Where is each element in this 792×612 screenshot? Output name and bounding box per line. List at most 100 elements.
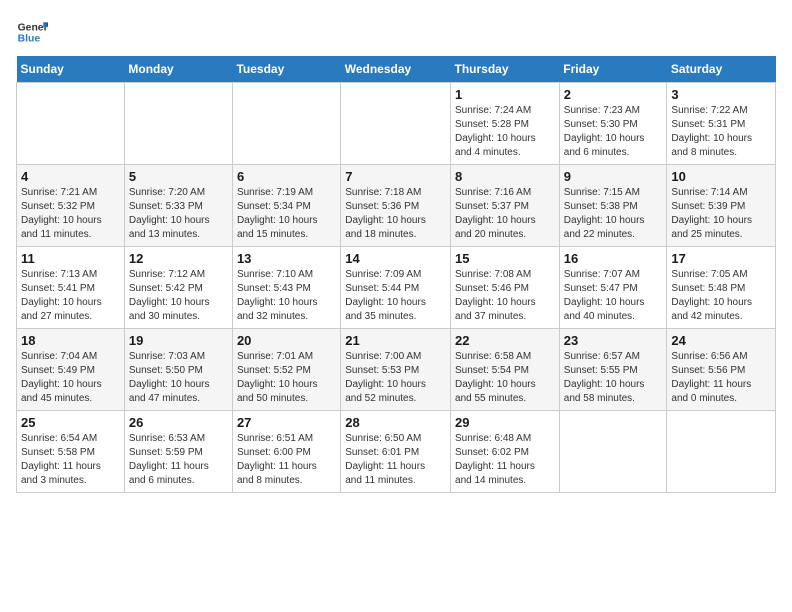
day-info: Sunrise: 7:20 AM Sunset: 5:33 PM Dayligh… bbox=[129, 186, 228, 242]
day-number: 5 bbox=[129, 169, 228, 184]
day-number: 25 bbox=[21, 415, 120, 430]
calendar-cell: 8 Sunrise: 7:16 AM Sunset: 5:37 PM Daylig… bbox=[451, 165, 560, 247]
calendar-cell bbox=[559, 411, 667, 493]
day-info: Sunrise: 7:22 AM Sunset: 5:31 PM Dayligh… bbox=[671, 104, 771, 160]
calendar-cell: 18 Sunrise: 7:04 AM Sunset: 5:49 PM Dayli… bbox=[17, 329, 125, 411]
day-info: Sunrise: 7:09 AM Sunset: 5:44 PM Dayligh… bbox=[345, 268, 446, 324]
day-info: Sunrise: 6:50 AM Sunset: 6:01 PM Dayligh… bbox=[345, 432, 446, 488]
day-info: Sunrise: 7:23 AM Sunset: 5:30 PM Dayligh… bbox=[564, 104, 663, 160]
day-number: 13 bbox=[237, 251, 336, 266]
calendar-cell: 14 Sunrise: 7:09 AM Sunset: 5:44 PM Dayli… bbox=[341, 247, 451, 329]
week-row-3: 11 Sunrise: 7:13 AM Sunset: 5:41 PM Dayli… bbox=[17, 247, 776, 329]
day-info: Sunrise: 7:10 AM Sunset: 5:43 PM Dayligh… bbox=[237, 268, 336, 324]
day-number: 6 bbox=[237, 169, 336, 184]
day-number: 29 bbox=[455, 415, 555, 430]
calendar-cell: 11 Sunrise: 7:13 AM Sunset: 5:41 PM Dayli… bbox=[17, 247, 125, 329]
day-info: Sunrise: 6:51 AM Sunset: 6:00 PM Dayligh… bbox=[237, 432, 336, 488]
day-info: Sunrise: 6:53 AM Sunset: 5:59 PM Dayligh… bbox=[129, 432, 228, 488]
day-info: Sunrise: 7:15 AM Sunset: 5:38 PM Dayligh… bbox=[564, 186, 663, 242]
day-number: 10 bbox=[671, 169, 771, 184]
calendar-cell: 22 Sunrise: 6:58 AM Sunset: 5:54 PM Dayli… bbox=[451, 329, 560, 411]
calendar-cell: 4 Sunrise: 7:21 AM Sunset: 5:32 PM Daylig… bbox=[17, 165, 125, 247]
day-info: Sunrise: 7:21 AM Sunset: 5:32 PM Dayligh… bbox=[21, 186, 120, 242]
header-wednesday: Wednesday bbox=[341, 56, 451, 83]
day-info: Sunrise: 7:12 AM Sunset: 5:42 PM Dayligh… bbox=[129, 268, 228, 324]
week-row-1: 1 Sunrise: 7:24 AM Sunset: 5:28 PM Daylig… bbox=[17, 83, 776, 165]
calendar-cell: 29 Sunrise: 6:48 AM Sunset: 6:02 PM Dayli… bbox=[451, 411, 560, 493]
day-number: 15 bbox=[455, 251, 555, 266]
calendar-cell bbox=[17, 83, 125, 165]
calendar-cell: 10 Sunrise: 7:14 AM Sunset: 5:39 PM Dayli… bbox=[667, 165, 776, 247]
calendar-cell: 19Sunrise: 7:03 AM Sunset: 5:50 PM Dayli… bbox=[124, 329, 232, 411]
day-info: Sunrise: 6:54 AM Sunset: 5:58 PM Dayligh… bbox=[21, 432, 120, 488]
calendar-cell: 12 Sunrise: 7:12 AM Sunset: 5:42 PM Dayli… bbox=[124, 247, 232, 329]
day-number: 27 bbox=[237, 415, 336, 430]
calendar-cell: 13 Sunrise: 7:10 AM Sunset: 5:43 PM Dayli… bbox=[232, 247, 340, 329]
day-number: 16 bbox=[564, 251, 663, 266]
calendar-cell: 27 Sunrise: 6:51 AM Sunset: 6:00 PM Dayli… bbox=[232, 411, 340, 493]
day-number: 9 bbox=[564, 169, 663, 184]
day-number: 21 bbox=[345, 333, 446, 348]
svg-text:Blue: Blue bbox=[18, 34, 41, 45]
day-number: 14 bbox=[345, 251, 446, 266]
calendar-cell: 5 Sunrise: 7:20 AM Sunset: 5:33 PM Daylig… bbox=[124, 165, 232, 247]
day-number: 3 bbox=[671, 87, 771, 102]
day-number: 23 bbox=[564, 333, 663, 348]
day-info: Sunrise: 7:04 AM Sunset: 5:49 PM Dayligh… bbox=[21, 350, 120, 406]
week-row-2: 4 Sunrise: 7:21 AM Sunset: 5:32 PM Daylig… bbox=[17, 165, 776, 247]
calendar-cell bbox=[341, 83, 451, 165]
calendar-cell: 6 Sunrise: 7:19 AM Sunset: 5:34 PM Daylig… bbox=[232, 165, 340, 247]
day-number: 26 bbox=[129, 415, 228, 430]
logo: General Blue bbox=[16, 16, 52, 48]
day-info: Sunrise: 7:01 AM Sunset: 5:52 PM Dayligh… bbox=[237, 350, 336, 406]
calendar-cell bbox=[667, 411, 776, 493]
header-friday: Friday bbox=[559, 56, 667, 83]
day-info: Sunrise: 6:58 AM Sunset: 5:54 PM Dayligh… bbox=[455, 350, 555, 406]
logo-icon: General Blue bbox=[16, 16, 48, 48]
calendar-cell: 26 Sunrise: 6:53 AM Sunset: 5:59 PM Dayli… bbox=[124, 411, 232, 493]
calendar-cell: 28 Sunrise: 6:50 AM Sunset: 6:01 PM Dayli… bbox=[341, 411, 451, 493]
day-number: 11 bbox=[21, 251, 120, 266]
calendar-cell: 25 Sunrise: 6:54 AM Sunset: 5:58 PM Dayli… bbox=[17, 411, 125, 493]
day-number: 24 bbox=[671, 333, 771, 348]
header-saturday: Saturday bbox=[667, 56, 776, 83]
day-number: 1 bbox=[455, 87, 555, 102]
day-number: 17 bbox=[671, 251, 771, 266]
calendar-cell: 1 Sunrise: 7:24 AM Sunset: 5:28 PM Daylig… bbox=[451, 83, 560, 165]
calendar-cell bbox=[232, 83, 340, 165]
day-info: Sunrise: 6:48 AM Sunset: 6:02 PM Dayligh… bbox=[455, 432, 555, 488]
day-number: 20 bbox=[237, 333, 336, 348]
calendar-header-row: SundayMondayTuesdayWednesdayThursdayFrid… bbox=[17, 56, 776, 83]
day-info: Sunrise: 7:08 AM Sunset: 5:46 PM Dayligh… bbox=[455, 268, 555, 324]
calendar-cell: 7 Sunrise: 7:18 AM Sunset: 5:36 PM Daylig… bbox=[341, 165, 451, 247]
day-number: 22 bbox=[455, 333, 555, 348]
calendar-cell: 15 Sunrise: 7:08 AM Sunset: 5:46 PM Dayli… bbox=[451, 247, 560, 329]
day-info: Sunrise: 7:24 AM Sunset: 5:28 PM Dayligh… bbox=[455, 104, 555, 160]
day-info: Sunrise: 7:05 AM Sunset: 5:48 PM Dayligh… bbox=[671, 268, 771, 324]
day-info: Sunrise: 7:19 AM Sunset: 5:34 PM Dayligh… bbox=[237, 186, 336, 242]
day-info: Sunrise: 7:13 AM Sunset: 5:41 PM Dayligh… bbox=[21, 268, 120, 324]
day-info: Sunrise: 6:57 AM Sunset: 5:55 PM Dayligh… bbox=[564, 350, 663, 406]
calendar-cell: 20 Sunrise: 7:01 AM Sunset: 5:52 PM Dayli… bbox=[232, 329, 340, 411]
day-number: 28 bbox=[345, 415, 446, 430]
page-header: General Blue bbox=[16, 16, 776, 48]
week-row-4: 18 Sunrise: 7:04 AM Sunset: 5:49 PM Dayli… bbox=[17, 329, 776, 411]
day-info: Sunrise: 7:18 AM Sunset: 5:36 PM Dayligh… bbox=[345, 186, 446, 242]
week-row-5: 25 Sunrise: 6:54 AM Sunset: 5:58 PM Dayli… bbox=[17, 411, 776, 493]
day-info: Sunrise: 7:16 AM Sunset: 5:37 PM Dayligh… bbox=[455, 186, 555, 242]
calendar-cell: 21Sunrise: 7:00 AM Sunset: 5:53 PM Dayli… bbox=[341, 329, 451, 411]
day-info: Sunrise: 6:56 AM Sunset: 5:56 PM Dayligh… bbox=[671, 350, 771, 406]
day-number: 7 bbox=[345, 169, 446, 184]
day-number: 18 bbox=[21, 333, 120, 348]
header-sunday: Sunday bbox=[17, 56, 125, 83]
calendar-cell: 9 Sunrise: 7:15 AM Sunset: 5:38 PM Daylig… bbox=[559, 165, 667, 247]
day-number: 4 bbox=[21, 169, 120, 184]
header-thursday: Thursday bbox=[451, 56, 560, 83]
day-number: 19 bbox=[129, 333, 228, 348]
day-number: 2 bbox=[564, 87, 663, 102]
day-info: Sunrise: 7:14 AM Sunset: 5:39 PM Dayligh… bbox=[671, 186, 771, 242]
day-number: 12 bbox=[129, 251, 228, 266]
day-number: 8 bbox=[455, 169, 555, 184]
header-tuesday: Tuesday bbox=[232, 56, 340, 83]
calendar-cell bbox=[124, 83, 232, 165]
